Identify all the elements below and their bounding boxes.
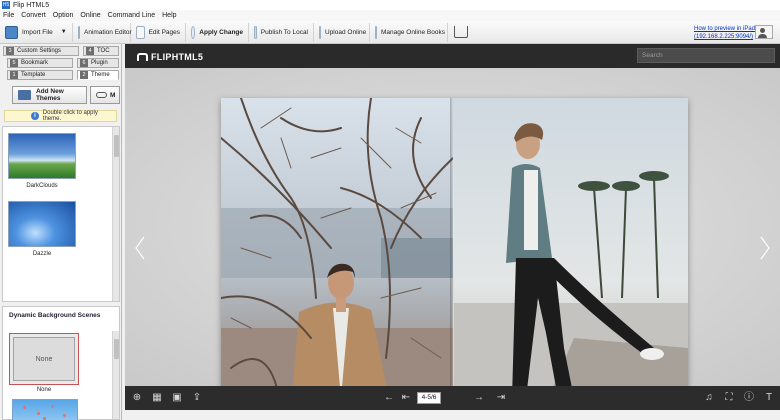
- preview-ipad-link[interactable]: How to preview in iPad (192.168.2.225:90…: [694, 25, 755, 41]
- scene-none[interactable]: None: [9, 333, 79, 385]
- zoom-in-icon[interactable]: ⊕: [131, 392, 143, 404]
- page-right-photo[interactable]: [454, 98, 688, 408]
- share-icon[interactable]: ⇪: [191, 392, 203, 404]
- left-panel: 3 Custom Settings 4 TOC 5 Bookmark 6 Plugin …: [0, 44, 122, 420]
- chevron-down-icon: ▼: [60, 29, 67, 35]
- prev-page-arrow-icon[interactable]: [135, 236, 145, 260]
- scene-none-preview: None: [13, 337, 75, 381]
- animation-editor-button[interactable]: Animation Editor: [73, 22, 132, 42]
- cart-icon[interactable]: [454, 26, 468, 38]
- menu-help[interactable]: Help: [162, 12, 176, 19]
- first-page-icon[interactable]: ⇤: [400, 392, 412, 404]
- info-icon: i: [31, 112, 39, 120]
- tab-bookmark[interactable]: 5 Bookmark: [7, 58, 73, 68]
- app-icon: H5: [2, 1, 10, 9]
- scenes-header: Dynamic Background Scenes: [9, 312, 101, 319]
- title-bar: H5 Flip HTML5: [0, 0, 780, 10]
- tab-plugin[interactable]: 6 Plugin: [77, 58, 119, 68]
- menu-command-line[interactable]: Command Line: [108, 12, 155, 19]
- animation-editor-icon: [78, 25, 80, 39]
- apply-change-button[interactable]: Apply Change: [186, 22, 249, 42]
- tab-template[interactable]: 1 Template: [7, 70, 73, 80]
- import-file-button[interactable]: Import File ▼: [0, 22, 73, 42]
- user-icon[interactable]: [755, 25, 773, 39]
- theme-thumb-darkclouds[interactable]: [8, 133, 76, 179]
- menu-file[interactable]: File: [3, 12, 14, 19]
- theme-hint: i Double click to apply theme.: [4, 110, 117, 122]
- background-scenes-panel: Dynamic Background Scenes None None: [2, 306, 120, 420]
- upload-online-icon: [319, 25, 321, 39]
- add-new-themes-button[interactable]: Add New Themes: [12, 86, 87, 104]
- theme-thumb-dazzle[interactable]: [8, 201, 76, 247]
- book-preview: FLIPHTML5 Search ⊕ ▦ ▣ ⇪ ⇤ ← 4-5/6 → ⇥ ♫…: [125, 44, 780, 410]
- cloud-themes-button[interactable]: M: [90, 86, 120, 104]
- page-left-photo[interactable]: [221, 98, 453, 408]
- edit-pages-icon: [136, 25, 145, 39]
- menu-online[interactable]: Online: [80, 12, 100, 19]
- toc-icon[interactable]: ▣: [171, 392, 183, 404]
- logo-icon: [137, 53, 148, 61]
- upload-online-button[interactable]: Upload Online: [314, 22, 370, 42]
- publish-to-local-button[interactable]: Publish To Local: [249, 22, 314, 42]
- previous-page-icon[interactable]: ←: [383, 392, 395, 404]
- menu-option[interactable]: Option: [53, 12, 74, 19]
- toolbar: Import File ▼ Animation Editor Edit Page…: [0, 21, 780, 44]
- apply-change-icon: [191, 25, 196, 39]
- text-icon[interactable]: T: [763, 392, 775, 404]
- edit-pages-button[interactable]: Edit Pages: [131, 22, 186, 42]
- next-page-arrow-icon[interactable]: [760, 236, 770, 260]
- last-page-icon[interactable]: ⇥: [495, 392, 507, 404]
- tab-theme[interactable]: 2 Theme: [77, 70, 119, 80]
- manage-books-icon: [375, 25, 377, 39]
- viewer-stage: [125, 68, 780, 408]
- manage-online-books-button[interactable]: Manage Online Books: [370, 22, 448, 42]
- next-page-icon[interactable]: →: [473, 392, 485, 404]
- scene-none-caption: None: [36, 387, 52, 393]
- cloud-icon: [96, 92, 107, 98]
- tab-toc[interactable]: 4 TOC: [83, 46, 119, 56]
- scenes-scrollbar[interactable]: [112, 331, 119, 419]
- status-bar: [122, 410, 780, 420]
- thumbnails-icon[interactable]: ▦: [151, 392, 163, 404]
- theme-caption: DarkClouds: [26, 183, 58, 189]
- menu-bar: File Convert Option Online Command Line …: [0, 10, 780, 21]
- viewer-top-bar: FLIPHTML5 Search: [125, 44, 780, 68]
- publish-local-icon: [254, 25, 257, 39]
- scene-floating-petals[interactable]: [12, 399, 78, 420]
- theme-list-scrollbar[interactable]: [112, 127, 119, 301]
- tab-custom-settings[interactable]: 3 Custom Settings: [3, 46, 79, 56]
- window-title: Flip HTML5: [13, 1, 50, 9]
- help-icon[interactable]: ⓘ: [743, 392, 755, 404]
- add-theme-icon: [18, 90, 31, 100]
- import-file-icon: [5, 25, 18, 39]
- viewer-bottom-bar: ⊕ ▦ ▣ ⇪ ⇤ ← 4-5/6 → ⇥ ♫ ⛶ ⓘ T: [125, 386, 780, 410]
- theme-list: DarkClouds Dazzle: [2, 126, 120, 302]
- fullscreen-icon[interactable]: ⛶: [723, 392, 735, 404]
- flipbook[interactable]: [221, 98, 688, 408]
- page-number-input[interactable]: 4-5/6: [417, 392, 441, 404]
- theme-caption: Dazzle: [32, 251, 52, 257]
- menu-convert[interactable]: Convert: [21, 12, 46, 19]
- fliphtml5-logo: FLIPHTML5: [137, 52, 203, 62]
- sound-icon[interactable]: ♫: [703, 392, 715, 404]
- search-input[interactable]: Search: [637, 48, 775, 63]
